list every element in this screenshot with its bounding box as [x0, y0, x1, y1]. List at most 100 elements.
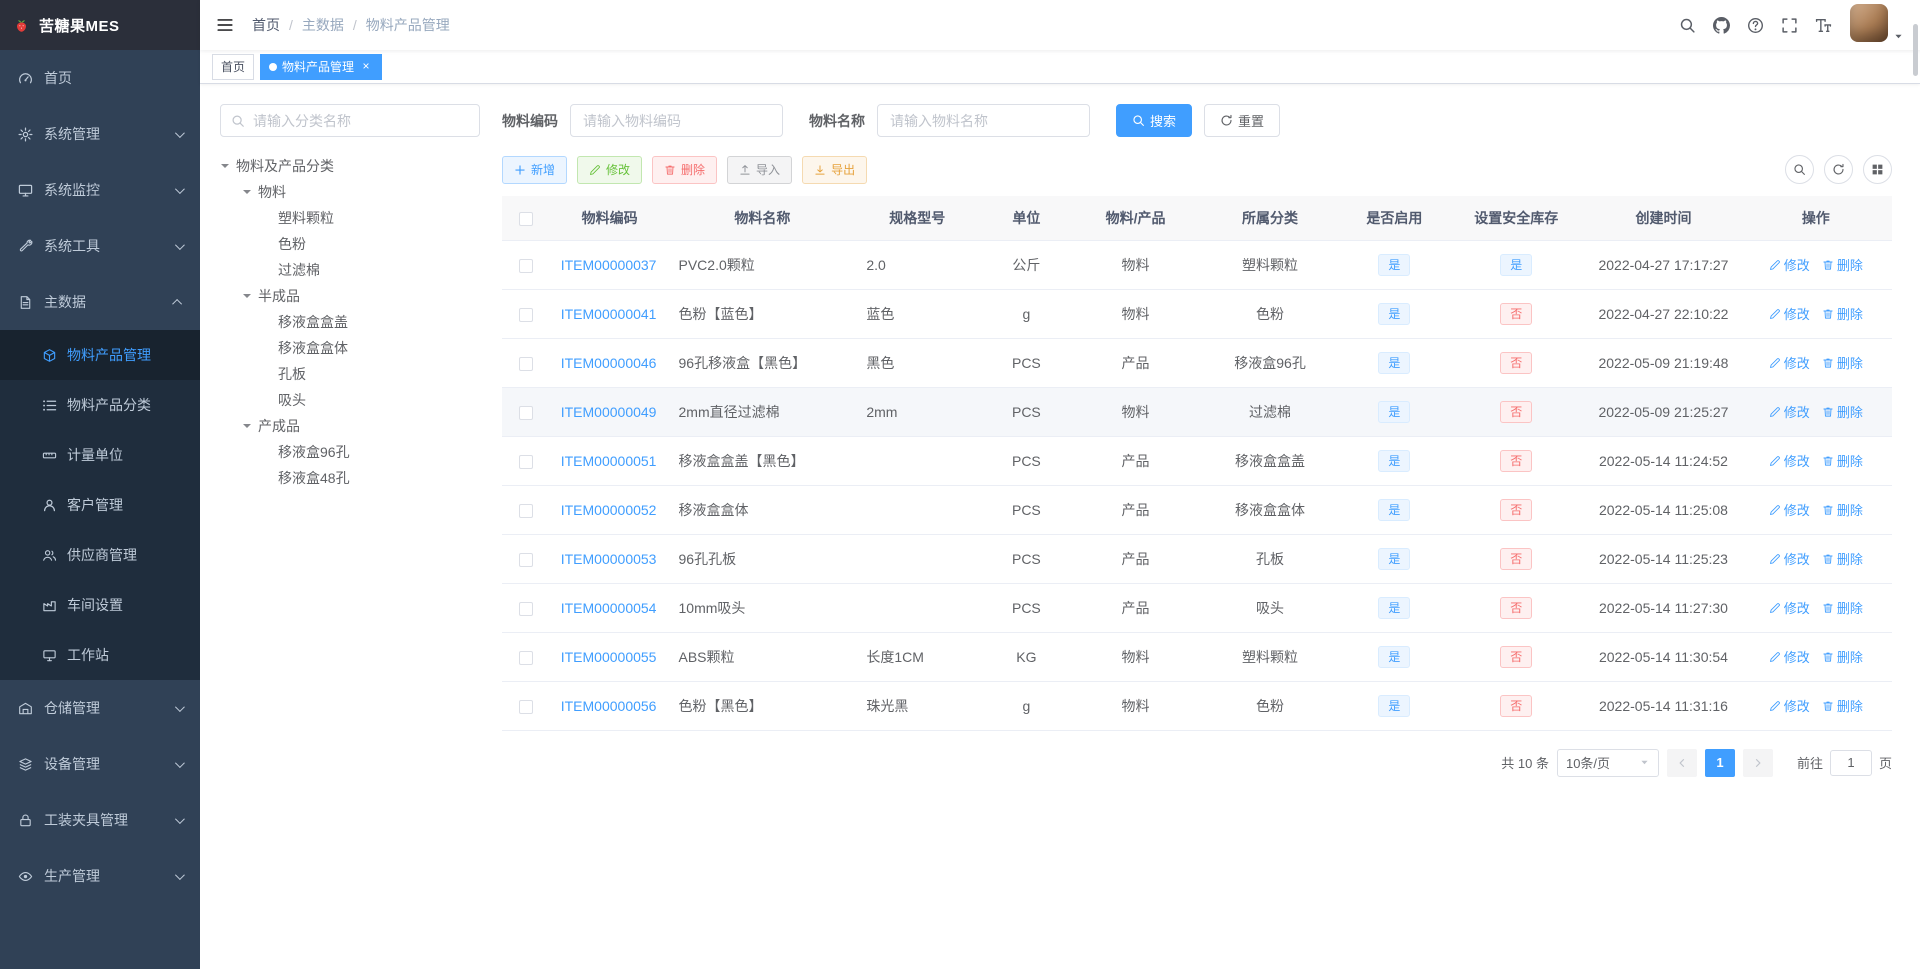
sidebar-item-home[interactable]: 首页	[0, 50, 200, 106]
search-button[interactable]: 搜索	[1116, 104, 1193, 137]
sidebar-item-warehouse-management[interactable]: 仓储管理	[0, 680, 200, 736]
row-checkbox[interactable]	[519, 503, 534, 518]
sidebar-item-system-tools[interactable]: 系统工具	[0, 218, 200, 274]
filter-code-input[interactable]	[570, 104, 783, 137]
row-checkbox[interactable]	[519, 258, 534, 273]
row-checkbox[interactable]	[519, 601, 534, 616]
table-row[interactable]: ITEM00000046 96孔移液盒【黑色】 黑色 PCS 产品 移液盒96孔 是 否 202…	[502, 338, 1892, 388]
import-button[interactable]: 导入	[727, 155, 793, 184]
tab-material-product-management[interactable]: 物料产品管理 ×	[260, 53, 383, 80]
tree-node[interactable]: 孔板	[220, 361, 480, 387]
table-row[interactable]: ITEM00000052 移液盒盒体 PCS 产品 移液盒盒体是否 2022-05-14 …	[502, 485, 1892, 535]
edit-link[interactable]: 修改	[1769, 696, 1810, 715]
item-code-link[interactable]: ITEM00000051	[561, 453, 657, 469]
row-checkbox[interactable]	[519, 405, 534, 420]
scrollbar-thumb[interactable]	[1913, 24, 1918, 76]
item-code-link[interactable]: ITEM00000041	[561, 306, 657, 322]
item-code-link[interactable]: ITEM00000053	[561, 551, 657, 567]
tab-home[interactable]: 首页	[212, 53, 255, 80]
reset-button[interactable]: 重置	[1204, 104, 1281, 137]
breadcrumb-item[interactable]: 首页	[252, 15, 280, 35]
sidebar-item-measure-unit[interactable]: 计量单位	[0, 430, 200, 480]
page-number-button[interactable]: 1	[1704, 748, 1735, 777]
tree-node[interactable]: 物料	[220, 179, 480, 205]
item-code-link[interactable]: ITEM00000054	[561, 600, 657, 616]
app-logo[interactable]: 苦糖果MES	[0, 0, 200, 50]
caret-expanded-icon[interactable]	[243, 294, 251, 302]
sidebar-item-material-product-category[interactable]: 物料产品分类	[0, 380, 200, 430]
item-code-link[interactable]: ITEM00000052	[561, 502, 657, 518]
page-size-select[interactable]: 10条/页	[1556, 748, 1659, 777]
delete-link[interactable]: 删除	[1822, 549, 1863, 568]
sidebar-item-master-data[interactable]: 主数据	[0, 274, 200, 330]
sidebar-item-material-product-management[interactable]: 物料产品管理	[0, 330, 200, 380]
caret-expanded-icon[interactable]	[243, 190, 251, 198]
delete-link[interactable]: 删除	[1822, 500, 1863, 519]
delete-link[interactable]: 删除	[1822, 255, 1863, 274]
edit-link[interactable]: 修改	[1769, 598, 1810, 617]
table-row[interactable]: ITEM00000037 PVC2.0颗粒 2.0 公斤 物料 塑料颗粒 是 是 2022-04…	[502, 240, 1892, 290]
row-checkbox[interactable]	[519, 454, 534, 469]
sidebar-item-workshop-settings[interactable]: 车间设置	[0, 580, 200, 630]
edit-link[interactable]: 修改	[1769, 451, 1810, 470]
edit-link[interactable]: 修改	[1769, 500, 1810, 519]
edit-link[interactable]: 修改	[1769, 647, 1810, 666]
edit-button[interactable]: 修改	[577, 155, 643, 184]
delete-button[interactable]: 删除	[652, 155, 718, 184]
table-row[interactable]: ITEM00000051 移液盒盒盖【黑色】 PCS 产品 移液盒盒盖 是 否 2022-05…	[502, 436, 1892, 486]
sidebar-item-production-management[interactable]: 生产管理	[0, 848, 200, 904]
sidebar-item-supplier-management[interactable]: 供应商管理	[0, 530, 200, 580]
close-icon[interactable]: ×	[359, 59, 373, 74]
tree-node[interactable]: 移液盒盒体	[220, 335, 480, 361]
delete-link[interactable]: 删除	[1822, 647, 1863, 666]
delete-link[interactable]: 删除	[1822, 304, 1863, 323]
export-button[interactable]: 导出	[802, 155, 868, 184]
toggle-search-button[interactable]	[1785, 155, 1814, 184]
next-page-button[interactable]	[1742, 748, 1773, 777]
table-row[interactable]: ITEM00000055 ABS颗粒 长度1CM KG 物料 塑料颗粒 是 否 2022-05-…	[502, 632, 1892, 682]
table-row[interactable]: ITEM00000049 2mm直径过滤棉 2mm PCS 物料 过滤棉 是 否 2022-05…	[502, 387, 1892, 437]
item-code-link[interactable]: ITEM00000046	[561, 355, 657, 371]
font-size-button[interactable]	[1806, 0, 1840, 50]
row-checkbox[interactable]	[519, 699, 534, 714]
sidebar-item-system-management[interactable]: 系统管理	[0, 106, 200, 162]
delete-link[interactable]: 删除	[1822, 402, 1863, 421]
tree-node[interactable]: 移液盒48孔	[220, 465, 480, 491]
edit-link[interactable]: 修改	[1769, 549, 1810, 568]
user-menu[interactable]	[1850, 4, 1904, 46]
delete-link[interactable]: 删除	[1822, 598, 1863, 617]
item-code-link[interactable]: ITEM00000049	[561, 404, 657, 420]
row-checkbox[interactable]	[519, 356, 534, 371]
sidebar-item-equipment-management[interactable]: 设备管理	[0, 736, 200, 792]
fullscreen-button[interactable]	[1772, 0, 1806, 50]
sidebar-item-customer-management[interactable]: 客户管理	[0, 480, 200, 530]
tree-node[interactable]: 半成品	[220, 283, 480, 309]
item-code-link[interactable]: ITEM00000055	[561, 649, 657, 665]
sidebar-item-workstation[interactable]: 工作站	[0, 630, 200, 680]
sidebar-toggle-button[interactable]	[200, 0, 250, 50]
tree-node[interactable]: 移液盒96孔	[220, 439, 480, 465]
tree-node[interactable]: 塑料颗粒	[220, 205, 480, 231]
item-code-link[interactable]: ITEM00000056	[561, 698, 657, 714]
add-button[interactable]: 新增	[502, 155, 568, 184]
help-button[interactable]	[1738, 0, 1772, 50]
tree-node[interactable]: 色粉	[220, 231, 480, 257]
tree-node[interactable]: 物料及产品分类	[220, 153, 480, 179]
goto-page-input[interactable]	[1829, 749, 1872, 776]
filter-name-input[interactable]	[877, 104, 1090, 137]
sidebar-item-fixture-management[interactable]: 工装夹具管理	[0, 792, 200, 848]
github-button[interactable]	[1704, 0, 1738, 50]
category-search-input[interactable]	[253, 112, 469, 129]
table-row[interactable]: ITEM00000054 10mm吸头 PCS 产品 吸头 是 否 2022-05-14 11…	[502, 583, 1892, 633]
row-checkbox[interactable]	[519, 307, 534, 322]
sidebar-item-system-monitor[interactable]: 系统监控	[0, 162, 200, 218]
delete-link[interactable]: 删除	[1822, 353, 1863, 372]
tree-node[interactable]: 移液盒盒盖	[220, 309, 480, 335]
edit-link[interactable]: 修改	[1769, 402, 1810, 421]
tree-node[interactable]: 产成品	[220, 413, 480, 439]
item-code-link[interactable]: ITEM00000037	[561, 257, 657, 273]
select-all-checkbox[interactable]	[519, 211, 534, 226]
row-checkbox[interactable]	[519, 552, 534, 567]
column-toggle-button[interactable]	[1863, 155, 1892, 184]
edit-link[interactable]: 修改	[1769, 353, 1810, 372]
